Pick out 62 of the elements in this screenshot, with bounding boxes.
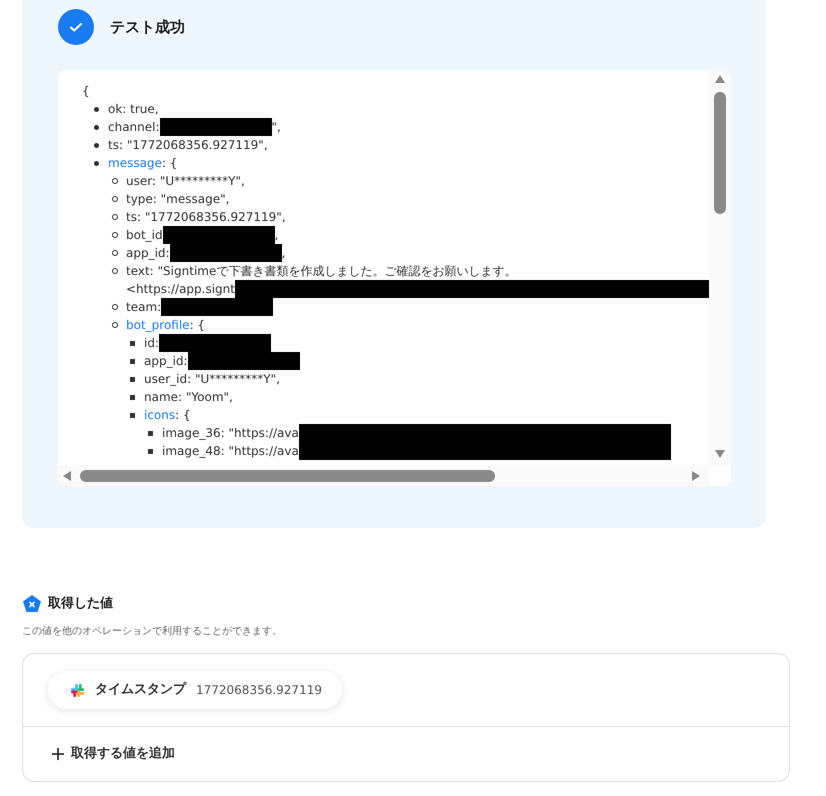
- code-line: user_id: "U*********Y",: [144, 371, 280, 388]
- status-title: テスト成功: [110, 16, 185, 38]
- vertical-scrollbar[interactable]: [709, 70, 731, 465]
- bullet-icon: [112, 250, 118, 256]
- scrollbar-thumb[interactable]: [714, 92, 726, 214]
- bullet-icon: [130, 376, 135, 382]
- code-line: bot_profile: {: [126, 317, 206, 334]
- variable-icon: [22, 594, 42, 614]
- code-line: app_id:: [144, 353, 188, 370]
- scrollbar-thumb[interactable]: [80, 470, 495, 482]
- code-line: ,: [274, 227, 278, 244]
- code-line: team:: [126, 299, 162, 316]
- add-value-button[interactable]: 取得する値を追加: [51, 744, 175, 764]
- bullet-icon: [94, 106, 99, 112]
- check-icon: [58, 9, 94, 45]
- code-line: user: "U*********Y",: [126, 173, 245, 190]
- code-line: name: "Yoom",: [144, 389, 233, 406]
- bullet-icon: [112, 214, 118, 220]
- plus-icon: [51, 746, 65, 761]
- scroll-down-icon[interactable]: [714, 449, 726, 459]
- bullet-icon: [112, 232, 118, 238]
- bullet-icon: [130, 340, 135, 346]
- code-line: ",: [272, 119, 281, 136]
- bullet-icon: [112, 322, 118, 328]
- code-line: type: "message",: [126, 191, 230, 208]
- code-line: image_48: "https://ava: [162, 443, 299, 460]
- bullet-icon: [130, 412, 135, 418]
- horizontal-scrollbar[interactable]: [58, 465, 709, 486]
- bullet-icon: [148, 448, 153, 454]
- bullet-icon: [130, 358, 135, 364]
- bullet-icon: [94, 160, 99, 166]
- scroll-left-icon[interactable]: [62, 470, 72, 482]
- slack-icon: [70, 682, 85, 698]
- code-line: app_id:: [126, 245, 170, 262]
- code-line: <https://app.signt: [126, 281, 235, 298]
- code-line: {: [82, 84, 90, 98]
- bullet-icon: [112, 304, 118, 310]
- bullet-icon: [94, 124, 99, 130]
- section-title: 取得した値: [48, 595, 113, 614]
- bullet-icon: [112, 268, 118, 274]
- code-line: ts: "1772068356.927119",: [108, 137, 268, 154]
- code-line: image_36: "https://ava: [162, 425, 299, 442]
- scroll-right-icon[interactable]: [691, 470, 701, 482]
- code-line: ok: true,: [108, 101, 159, 118]
- code-line: channel:: [108, 119, 160, 136]
- bullet-icon: [112, 178, 118, 184]
- bullet-icon: [130, 394, 135, 400]
- value-label: タイムスタンプ: [95, 680, 186, 700]
- code-line: message: {: [108, 155, 178, 172]
- section-description: この値を他のオペレーションで利用することができます。: [22, 624, 283, 639]
- code-line: text: "Signtimeで下書き書類を作成しました。ご確認をお願いします。: [126, 263, 516, 280]
- value-chip[interactable]: タイムスタンプ 1772068356.927119: [48, 671, 342, 709]
- value-text: 1772068356.927119: [196, 682, 322, 699]
- code-line: ,: [282, 245, 286, 262]
- code-line: ts: "1772068356.927119",: [126, 209, 286, 226]
- scroll-up-icon[interactable]: [714, 74, 726, 84]
- code-line: id:: [144, 335, 159, 352]
- bullet-icon: [112, 196, 118, 202]
- bullet-icon: [94, 142, 99, 148]
- code-line: icons: {: [144, 407, 191, 424]
- code-line: bot_id: [126, 227, 163, 244]
- bullet-icon: [148, 430, 153, 436]
